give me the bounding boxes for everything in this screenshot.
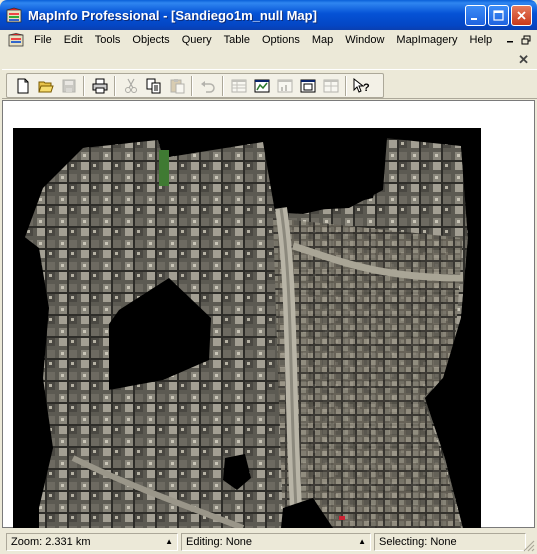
menu-bar: File Edit Tools Objects Query Table Opti… <box>0 30 537 50</box>
graph-window-icon <box>277 79 292 92</box>
save-disk-icon <box>62 79 75 92</box>
new-mapper-button[interactable] <box>250 75 273 97</box>
print-button[interactable] <box>88 75 111 97</box>
title-bar[interactable]: MapInfo Professional - [Sandiego1m_null … <box>0 0 537 30</box>
new-grapher-button[interactable] <box>273 75 296 97</box>
selecting-status-text: Selecting: None <box>379 535 457 548</box>
minimize-icon <box>506 41 513 43</box>
undo-icon <box>200 80 215 93</box>
toolbar-separator <box>222 75 224 96</box>
standard-toolbar: ? <box>2 69 537 99</box>
maximize-button[interactable] <box>488 5 509 26</box>
open-folder-icon <box>37 81 54 92</box>
zoom-dropdown-arrow-icon[interactable]: ▲ <box>165 537 173 546</box>
map-window-icon <box>254 79 269 92</box>
new-browser-button[interactable] <box>227 75 250 97</box>
new-document-button[interactable] <box>11 75 34 97</box>
window-title: MapInfo Professional - [Sandiego1m_null … <box>28 7 317 23</box>
close-icon <box>517 11 526 20</box>
browser-window-icon <box>231 79 246 92</box>
menu-table[interactable]: Table <box>218 34 256 46</box>
editing-status-text: Editing: None <box>186 535 253 548</box>
menu-window[interactable]: Window <box>339 34 390 46</box>
save-button[interactable] <box>57 75 80 97</box>
copy-icon <box>146 78 160 93</box>
satellite-image-layer[interactable] <box>13 128 481 528</box>
menu-edit[interactable]: Edit <box>58 34 89 46</box>
zoom-status-text: Zoom: 2.331 km <box>11 535 91 548</box>
paste-button[interactable] <box>165 75 188 97</box>
cut-button[interactable] <box>119 75 142 97</box>
map-window[interactable] <box>2 100 535 528</box>
svg-text:?: ? <box>363 82 370 94</box>
menu-query[interactable]: Query <box>176 34 218 46</box>
resize-grip-icon[interactable] <box>523 540 535 552</box>
restore-icon <box>521 35 531 44</box>
printer-icon <box>92 78 107 93</box>
map-canvas[interactable] <box>13 128 481 528</box>
minimize-button[interactable] <box>465 5 486 26</box>
minimize-icon <box>471 18 477 20</box>
new-document-icon <box>17 78 28 93</box>
menu-objects[interactable]: Objects <box>126 34 175 46</box>
mapinfo-app-icon[interactable] <box>6 7 22 23</box>
editing-status[interactable]: Editing: None ▲ <box>181 532 371 551</box>
editing-dropdown-arrow-icon[interactable]: ▲ <box>358 537 366 546</box>
undo-button[interactable] <box>196 75 219 97</box>
selecting-status[interactable]: Selecting: None <box>374 532 526 551</box>
new-layout-button[interactable] <box>296 75 319 97</box>
copy-button[interactable] <box>142 75 165 97</box>
mdi-close-row: ✕ <box>0 50 537 68</box>
help-button[interactable]: ? <box>350 75 373 97</box>
scissors-icon <box>124 78 137 93</box>
toolbar-separator <box>114 75 116 96</box>
toolbar-separator <box>345 75 347 96</box>
menu-map[interactable]: Map <box>306 34 339 46</box>
mdi-close-icon[interactable]: ✕ <box>518 52 529 68</box>
menu-file[interactable]: File <box>28 34 58 46</box>
status-bar: Zoom: 2.331 km ▲ Editing: None ▲ Selecti… <box>0 529 537 554</box>
toolbar-separator <box>83 75 85 96</box>
redistrict-button[interactable] <box>319 75 342 97</box>
document-system-menu-icon[interactable] <box>8 33 24 47</box>
menu-options[interactable]: Options <box>256 34 306 46</box>
mdi-minimize-button[interactable] <box>503 33 517 46</box>
menu-help[interactable]: Help <box>464 34 499 46</box>
layout-window-icon <box>300 79 315 92</box>
toolbar-separator <box>191 75 193 96</box>
menu-mapimagery[interactable]: MapImagery <box>390 34 463 46</box>
zoom-status[interactable]: Zoom: 2.331 km ▲ <box>6 532 178 551</box>
open-button[interactable] <box>34 75 57 97</box>
redistrict-window-icon <box>323 79 338 92</box>
paste-icon <box>170 78 184 93</box>
close-button[interactable] <box>511 5 532 26</box>
maximize-icon <box>493 10 504 21</box>
help-pointer-icon: ? <box>353 77 370 94</box>
mdi-restore-button[interactable] <box>519 33 533 46</box>
menu-tools[interactable]: Tools <box>89 34 127 46</box>
toolbar-frame: ? <box>6 73 384 98</box>
